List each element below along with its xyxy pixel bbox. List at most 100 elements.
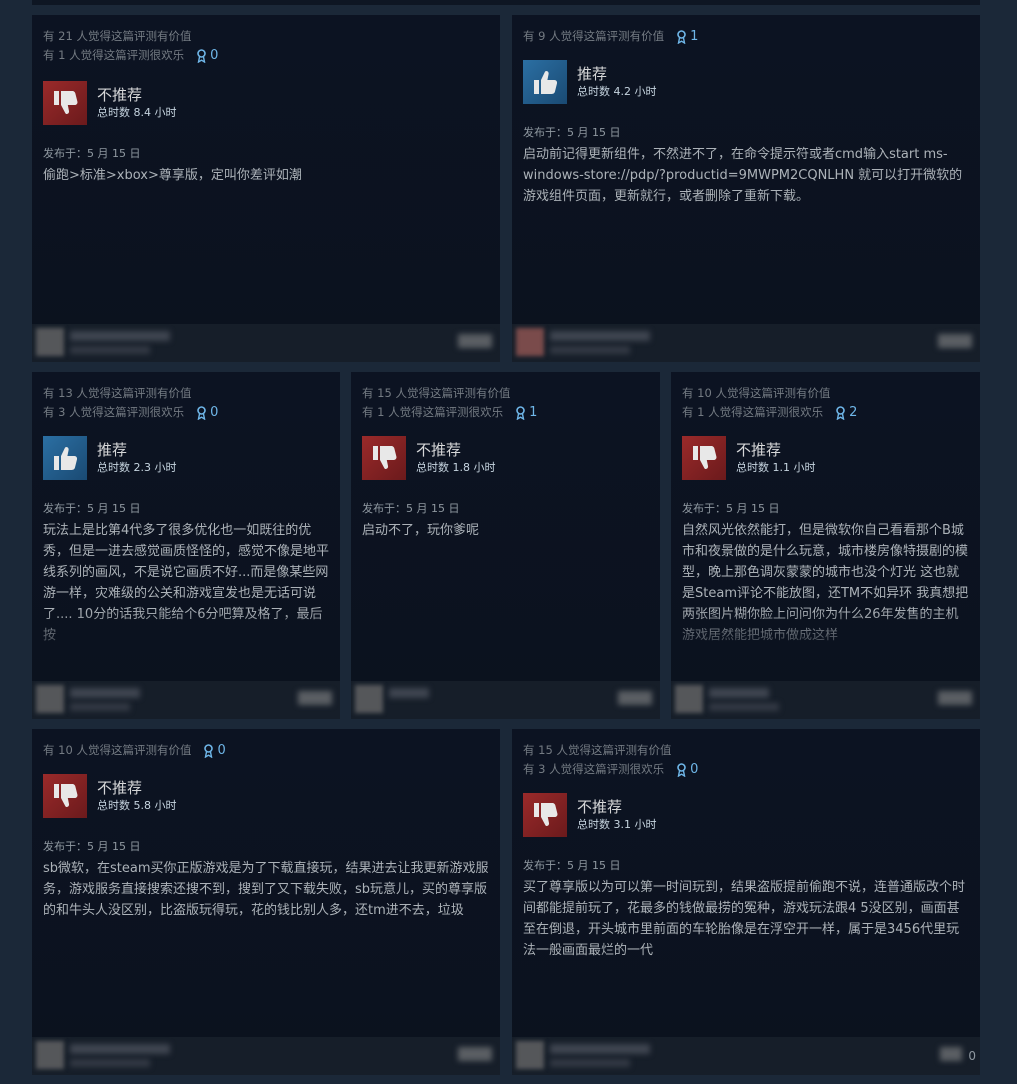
author-count-blurred: [940, 1047, 962, 1061]
avatar[interactable]: [36, 1041, 64, 1069]
author-count-blurred: [458, 1047, 492, 1061]
award-count: 0: [210, 48, 219, 63]
award-button[interactable]: 0: [203, 743, 226, 758]
author-count-blurred: [298, 691, 332, 705]
review-card: 有 21 人觉得这篇评测有价值 有 1 人觉得这篇评测很欢乐 0 不推荐 总时数…: [32, 15, 500, 362]
thumbs-up-icon: [43, 436, 87, 480]
hours-played: 总时数 1.8 小时: [416, 461, 496, 474]
award-button[interactable]: 0: [196, 405, 218, 420]
funny-count: 有 1 人觉得这篇评测很欢乐: [43, 48, 185, 62]
funny-count: 有 1 人觉得这篇评测很欢乐: [362, 405, 504, 419]
posted-date: 发布于：5 月 15 日: [523, 859, 621, 872]
award-button[interactable]: 0: [196, 48, 218, 63]
award-ribbon-icon: [836, 405, 845, 420]
review-text: 偷跑>标准>xbox>尊享版，定叫你差评如潮: [43, 168, 302, 183]
author-name-blurred: [550, 1044, 650, 1054]
posted-date: 发布于：5 月 15 日: [43, 502, 141, 515]
author-detail-blurred: [550, 1059, 630, 1067]
award-ribbon-icon: [204, 743, 214, 758]
author-footer[interactable]: [32, 324, 500, 362]
author-detail-blurred: [70, 1059, 150, 1067]
posted-date: 发布于：5 月 15 日: [43, 840, 141, 853]
review-card: 有 15 人觉得这篇评测有价值 有 1 人觉得这篇评测很欢乐 1 不推荐 总时数…: [351, 372, 660, 719]
verdict-label: 不推荐: [736, 441, 782, 459]
verdict-label: 推荐: [97, 441, 128, 459]
helpful-count: 有 10 人觉得这篇评测有价值: [682, 386, 831, 400]
avatar[interactable]: [355, 685, 383, 713]
posted-date: 发布于：5 月 15 日: [682, 502, 780, 515]
author-count-blurred: [458, 334, 492, 348]
funny-count: 有 1 人觉得这篇评测很欢乐: [682, 405, 824, 419]
award-count: 0: [217, 743, 226, 758]
author-detail-blurred: [550, 346, 630, 354]
award-count: 0: [690, 762, 699, 777]
award-button[interactable]: 0: [676, 762, 698, 777]
author-count-blurred: [938, 691, 972, 705]
award-count: 1: [690, 29, 699, 44]
avatar[interactable]: [36, 328, 64, 356]
author-detail-blurred: [70, 703, 130, 711]
author-name-blurred: [389, 688, 429, 698]
helpful-count: 有 10 人觉得这篇评测有价值: [43, 743, 192, 757]
verdict-label: 不推荐: [97, 86, 143, 104]
author-footer[interactable]: 0: [512, 1037, 980, 1075]
award-ribbon-icon: [677, 762, 686, 777]
award-count: 0: [210, 405, 219, 420]
author-detail-blurred: [709, 703, 779, 711]
review-card: 有 13 人觉得这篇评测有价值 有 3 人觉得这篇评测很欢乐 0 推荐 总时数 …: [32, 372, 340, 719]
award-button[interactable]: 1: [515, 405, 537, 420]
hours-played: 总时数 4.2 小时: [577, 85, 657, 98]
review-text: sb微软，在steam买你正版游戏是为了下载直接玩，结果进去让我更新游戏服务，游…: [43, 861, 489, 918]
footer-count: 0: [968, 1049, 976, 1063]
author-footer[interactable]: [32, 681, 340, 719]
helpful-count: 有 15 人觉得这篇评测有价值: [523, 743, 672, 757]
award-button[interactable]: 1: [676, 29, 698, 44]
author-name-blurred: [70, 1044, 170, 1054]
review-card: 有 10 人觉得这篇评测有价值 0 不推荐 总时数 5.8 小时 发布于：5 月…: [32, 729, 500, 1075]
thumbs-down-icon: [362, 436, 406, 480]
thumbs-down-icon: [43, 774, 87, 818]
hours-played: 总时数 2.3 小时: [97, 461, 177, 474]
thumbs-down-icon: [523, 793, 567, 837]
verdict-label: 推荐: [577, 65, 608, 83]
author-count-blurred: [938, 334, 972, 348]
review-text: 启动前记得更新组件，不然进不了，在命令提示符或者cmd输入start ms-wi…: [523, 147, 963, 204]
helpful-count: 有 9 人觉得这篇评测有价值: [523, 29, 665, 43]
author-detail-blurred: [70, 346, 150, 354]
review-card: 有 9 人觉得这篇评测有价值 1 推荐 总时数 4.2 小时 发布于：5 月 1…: [512, 15, 980, 362]
helpful-count: 有 21 人觉得这篇评测有价值: [43, 29, 192, 43]
funny-count: 有 3 人觉得这篇评测很欢乐: [43, 405, 185, 419]
author-footer[interactable]: [512, 324, 980, 362]
helpful-count: 有 15 人觉得这篇评测有价值: [362, 386, 511, 400]
award-ribbon-icon: [197, 405, 206, 420]
award-ribbon-icon: [197, 48, 206, 63]
hours-played: 总时数 5.8 小时: [97, 799, 177, 812]
review-text: 自然风光依然能打，但是微软你自己看看那个B城市和夜景做的是什么玩意，城市楼房像特…: [682, 523, 969, 643]
author-footer[interactable]: [671, 681, 980, 719]
top-divider: [32, 0, 980, 5]
verdict-label: 不推荐: [97, 779, 143, 797]
funny-count: 有 3 人觉得这篇评测很欢乐: [523, 762, 665, 776]
avatar[interactable]: [516, 1041, 544, 1069]
posted-date: 发布于：5 月 15 日: [523, 126, 621, 139]
avatar[interactable]: [675, 685, 703, 713]
hours-played: 总时数 1.1 小时: [736, 461, 816, 474]
author-footer[interactable]: [351, 681, 660, 719]
award-count: 1: [529, 405, 538, 420]
review-text: 玩法上是比第4代多了很多优化也一如既往的优秀，但是一进去感觉画质怪怪的，感觉不像…: [43, 523, 329, 643]
review-text: 买了尊享版以为可以第一时间玩到，结果盗版提前偷跑不说，连普通版改个时间都能提前玩…: [523, 880, 966, 958]
helpful-count: 有 13 人觉得这篇评测有价值: [43, 386, 192, 400]
award-button[interactable]: 2: [835, 405, 857, 420]
hours-played: 总时数 8.4 小时: [97, 106, 177, 119]
hours-played: 总时数 3.1 小时: [577, 818, 657, 831]
avatar[interactable]: [36, 685, 64, 713]
review-card: 有 10 人觉得这篇评测有价值 有 1 人觉得这篇评测很欢乐 2 不推荐 总时数…: [671, 372, 980, 719]
author-name-blurred: [70, 331, 170, 341]
author-name-blurred: [70, 688, 140, 698]
author-footer[interactable]: [32, 1037, 500, 1075]
thumbs-up-icon: [523, 60, 567, 104]
author-count-blurred: [618, 691, 652, 705]
thumbs-down-icon: [682, 436, 726, 480]
thumbs-down-icon: [43, 81, 87, 125]
avatar[interactable]: [516, 328, 544, 356]
